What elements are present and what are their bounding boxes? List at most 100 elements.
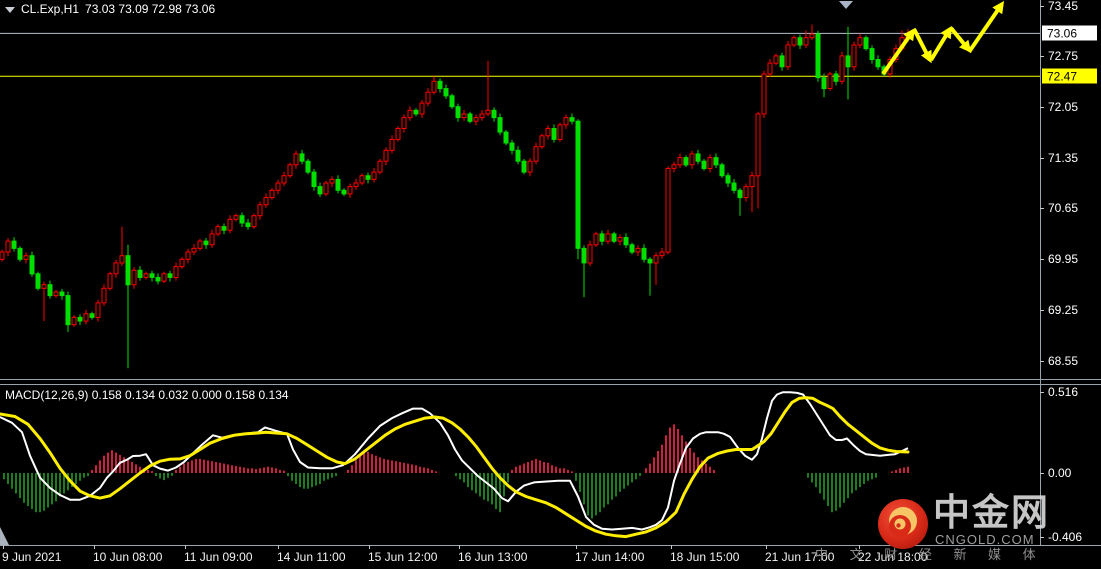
candle-body — [719, 164, 725, 177]
candle-body — [419, 102, 425, 115]
candle-body — [401, 117, 407, 129]
candle-body — [617, 237, 623, 242]
bid-price-tag: 73.06 — [1042, 25, 1097, 41]
candle-body — [653, 255, 659, 264]
candle-body — [737, 189, 743, 199]
macd-panel-top-border[interactable] — [0, 384, 1101, 385]
candle-body — [557, 124, 563, 140]
candle-body — [629, 244, 635, 253]
candle-body — [869, 48, 875, 60]
level-price-tag: 72.47 — [1042, 68, 1097, 84]
price-axis-tick — [1040, 208, 1044, 209]
forecast-arrow[interactable] — [967, 1, 1005, 54]
candle-body — [269, 189, 275, 199]
candle-body — [335, 178, 341, 191]
candle-body — [569, 117, 575, 122]
candle-body — [29, 255, 35, 275]
candle-body — [167, 273, 173, 278]
candle-body — [545, 128, 551, 137]
candle-body — [533, 146, 539, 162]
symbol-dropdown-icon[interactable] — [5, 7, 15, 13]
candle-body — [323, 182, 329, 195]
time-axis-tick — [766, 545, 767, 549]
candle-body — [851, 44, 857, 68]
candle-body — [65, 295, 71, 326]
candle-body — [725, 175, 731, 184]
main-panel-bottom-border — [0, 379, 1101, 380]
candle-body — [227, 218, 233, 231]
candle-body — [449, 95, 455, 108]
candle-body — [671, 164, 677, 169]
candle-body — [707, 157, 713, 170]
time-axis-label: 14 Jun 11:00 — [277, 550, 346, 564]
price-axis[interactable]: 73.45 73.06 72.75 72.47 72.05 71.35 70.65 69.95… — [1040, 0, 1101, 545]
price-axis-tick — [1040, 361, 1044, 362]
price-axis-label: 70.65 — [1048, 201, 1079, 215]
candle-body — [233, 215, 239, 220]
candle-body — [467, 113, 473, 122]
candle-body — [443, 88, 449, 97]
candle-body — [767, 62, 773, 75]
candle-body — [863, 37, 869, 50]
triangle-down-marker-icon[interactable] — [839, 1, 853, 9]
candle-body — [71, 316, 77, 326]
candle-body — [845, 55, 851, 68]
candle-body — [299, 153, 305, 162]
price-axis-tick — [1040, 107, 1044, 108]
candle-body — [245, 222, 251, 228]
forecast-arrow[interactable] — [881, 28, 916, 76]
price-axis-tick — [1040, 259, 1044, 260]
macd-indicator-panel[interactable] — [0, 385, 1040, 545]
candle-body — [437, 80, 443, 90]
candle-body — [797, 37, 803, 46]
candle-body — [347, 186, 353, 195]
candle-body — [827, 73, 833, 89]
candle-body — [371, 171, 377, 180]
candle-body — [239, 215, 245, 224]
macd-lines — [0, 391, 910, 539]
price-axis-label: 69.95 — [1048, 252, 1079, 266]
candlestick-chart[interactable] — [0, 0, 1040, 384]
time-axis-label: 15 Jun 12:00 — [368, 550, 438, 564]
candle-body — [743, 186, 749, 199]
candle-body — [197, 240, 203, 249]
price-axis-label: 68.55 — [1048, 354, 1079, 368]
candle-body — [5, 240, 11, 253]
time-axis-tick — [859, 545, 860, 549]
candle-body — [389, 138, 395, 151]
candle-body — [677, 157, 683, 166]
candle-body — [293, 153, 299, 166]
candle-body — [587, 244, 593, 264]
price-axis-tick — [1040, 56, 1044, 57]
candle-body — [251, 215, 257, 228]
candle-body — [125, 255, 131, 286]
candle-body — [473, 117, 479, 122]
time-axis[interactable]: 9 Jun 2021 10 Jun 08:00 11 Jun 09:00 14 Jun… — [0, 545, 1101, 569]
candle-body — [131, 269, 137, 286]
candle-body — [647, 258, 653, 264]
candle-body — [701, 160, 707, 169]
price-axis-label: 71.35 — [1048, 151, 1079, 165]
candle-body — [539, 135, 545, 148]
candle-body — [377, 160, 383, 173]
candle-body — [803, 37, 809, 46]
candle-body — [317, 186, 323, 195]
price-axis-tick — [1040, 310, 1044, 311]
price-axis-tick — [1040, 537, 1044, 538]
candle-body — [47, 284, 53, 297]
price-axis-label: 0.00 — [1048, 466, 1072, 480]
candle-body — [485, 109, 491, 115]
candle-body — [623, 237, 629, 246]
candle-body — [407, 109, 413, 119]
candle-body — [491, 109, 497, 119]
candle-body — [773, 55, 779, 64]
macd-indicator-label: MACD(12,26,9) 0.158 0.134 0.032 0.000 0.… — [5, 388, 289, 402]
forecast-arrow[interactable] — [949, 26, 972, 53]
candle-body — [143, 273, 149, 278]
candle-body — [89, 313, 95, 318]
candle-body — [383, 149, 389, 162]
candle-body — [461, 113, 467, 119]
candle-body — [359, 175, 365, 184]
candle-body — [107, 273, 113, 289]
candle-body — [137, 269, 143, 279]
